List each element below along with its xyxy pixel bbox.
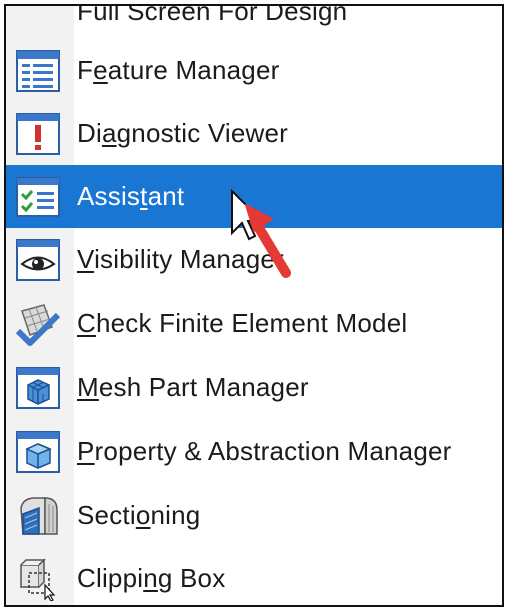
- menu-item-diagnostic-viewer[interactable]: Diagnostic Viewer: [6, 102, 502, 165]
- menu-item-assistant[interactable]: Assistant: [6, 165, 502, 228]
- menu-item-label: Assistant: [77, 181, 185, 211]
- menu-item-label: Check Finite Element Model: [77, 308, 408, 338]
- menu-item-sectioning[interactable]: Sectioning: [6, 484, 502, 547]
- menu-item-property-abstraction-manager[interactable]: Property & Abstraction Manager: [6, 420, 502, 483]
- menu-item-label: Property & Abstraction Manager: [77, 436, 452, 466]
- menu-item-label: Sectioning: [77, 500, 201, 530]
- menu-item-label: Clipping Box: [77, 563, 226, 593]
- full-screen-icon: [14, 6, 62, 32]
- menu-item-label: Full Screen For Design: [77, 4, 348, 26]
- cube-icon: [14, 428, 62, 476]
- check-mesh-icon: [14, 300, 62, 348]
- diagnostic-viewer-icon: [14, 110, 62, 158]
- eye-icon: [14, 236, 62, 284]
- menu-item-label: Diagnostic Viewer: [77, 118, 289, 148]
- mesh-part-icon: [14, 364, 62, 412]
- feature-manager-icon: [14, 47, 62, 95]
- menu-item-label: Mesh Part Manager: [77, 372, 309, 402]
- menu-item-feature-manager[interactable]: Feature Manager: [6, 39, 502, 102]
- menu-item-label: Feature Manager: [77, 55, 280, 85]
- menu-item-label: Visibility Manager: [77, 244, 284, 274]
- sectioning-icon: [14, 492, 62, 540]
- assistant-checklist-icon: [14, 173, 62, 221]
- view-menu: Full Screen For Design Feature Manager D…: [4, 4, 504, 607]
- menu-item-visibility-manager[interactable]: Visibility Manager: [6, 228, 502, 291]
- menu-item-check-finite-element-model[interactable]: Check Finite Element Model: [6, 292, 502, 355]
- clipping-box-icon: [14, 555, 62, 603]
- menu-item-mesh-part-manager[interactable]: Mesh Part Manager: [6, 356, 502, 419]
- menu-item-clipping-box[interactable]: Clipping Box: [6, 547, 502, 605]
- menu-item-full-screen[interactable]: Full Screen For Design: [6, 4, 502, 39]
